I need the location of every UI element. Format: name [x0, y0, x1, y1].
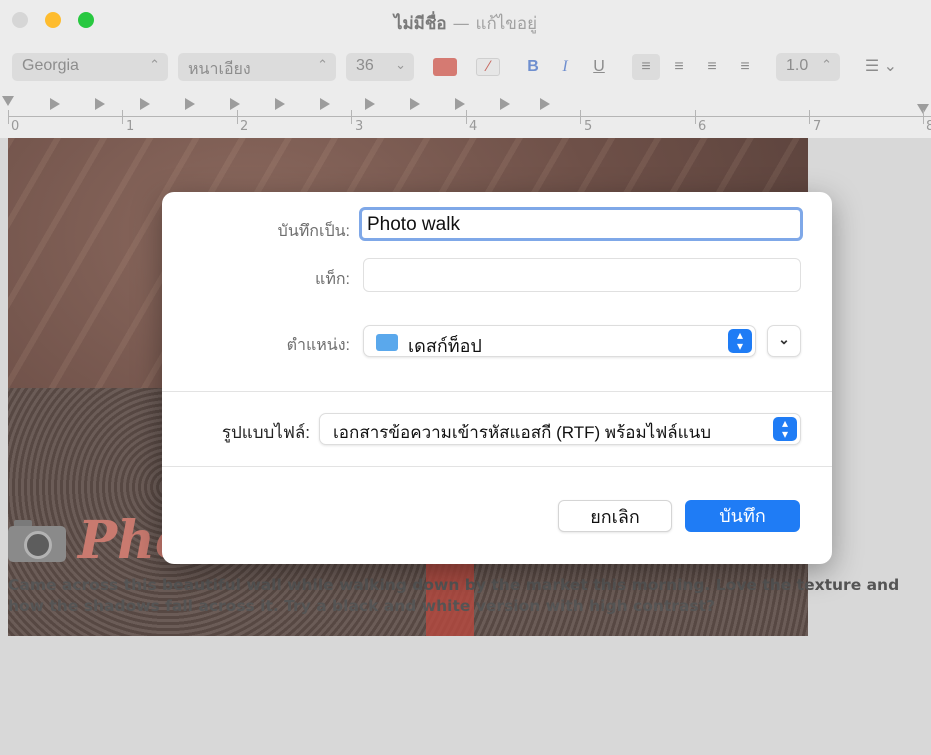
line-spacing-select[interactable]: 1.0 ⌃: [776, 53, 840, 81]
align-right-icon[interactable]: ≡: [698, 54, 726, 80]
tab-stop-marker[interactable]: [230, 98, 240, 110]
list-icon[interactable]: ☰ ⌄: [856, 54, 906, 80]
text-color-swatch[interactable]: [433, 58, 457, 76]
tab-stop-marker[interactable]: [50, 98, 60, 110]
save-dialog: บันทึกเป็น: Photo walk แท็ก: ตำแหน่ง: เด…: [162, 192, 832, 564]
justify-icon[interactable]: ≡: [731, 54, 759, 80]
left-margin-marker[interactable]: [2, 96, 14, 106]
chevron-updown-icon: ⌃: [149, 57, 160, 72]
format-toolbar: Georgia ⌃ หนาเอียง ⌃ 36 ⌄ ⁄ B I U ≡ ≡ ≡ …: [0, 44, 931, 90]
font-size-value: 36: [356, 57, 374, 74]
ruler-tick: [8, 110, 9, 124]
file-format-popup[interactable]: เอกสารข้อความเข้ารหัสแอสกี (RTF) พร้อมไฟ…: [319, 413, 801, 445]
expand-dialog-button[interactable]: ⌄: [767, 325, 801, 357]
ruler-number: 3: [355, 119, 364, 134]
font-style-select[interactable]: หนาเอียง ⌃: [178, 53, 336, 81]
tab-stop-marker[interactable]: [185, 98, 195, 110]
tags-field[interactable]: [363, 258, 801, 292]
italic-button[interactable]: I: [554, 54, 576, 80]
window-title: ไม่มีชื่อ — แก้ไขอยู่: [0, 10, 931, 37]
bold-button[interactable]: B: [522, 54, 544, 80]
document-status: แก้ไขอยู่: [475, 14, 538, 34]
ruler-tick: [695, 110, 696, 124]
chevron-updown-icon: ⌃: [821, 57, 832, 72]
ruler-number: 5: [584, 119, 593, 134]
ruler-tick: [466, 110, 467, 124]
ruler-tick: [809, 110, 810, 124]
chevron-updown-icon: ▴ ▾: [773, 417, 797, 441]
align-center-icon[interactable]: ≡: [665, 54, 693, 80]
tab-stop-marker[interactable]: [455, 98, 465, 110]
tab-stop-marker[interactable]: [95, 98, 105, 110]
ruler-number: 2: [240, 119, 249, 134]
folder-icon: [376, 334, 398, 351]
tags-label: แท็ก:: [315, 271, 350, 288]
tab-stop-marker[interactable]: [140, 98, 150, 110]
chevron-updown-icon: ⌃: [317, 57, 328, 72]
ruler-tick: [237, 110, 238, 124]
file-format-label: รูปแบบไฟล์:: [221, 423, 310, 442]
tab-stop-marker[interactable]: [365, 98, 375, 110]
align-left-icon[interactable]: ≡: [632, 54, 660, 80]
ruler-number: 8: [926, 119, 931, 134]
location-label: ตำแหน่ง:: [286, 337, 350, 354]
ruler-number: 6: [698, 119, 707, 134]
ruler-number: 4: [469, 119, 478, 134]
save-button[interactable]: บันทึก: [685, 500, 800, 532]
font-family-select[interactable]: Georgia ⌃: [12, 53, 168, 81]
tab-stop-marker[interactable]: [275, 98, 285, 110]
camera-icon: [8, 518, 66, 562]
title-separator: —: [452, 14, 470, 34]
ruler-tick: [923, 110, 924, 124]
save-as-value: Photo walk: [367, 214, 460, 235]
ruler-number: 1: [126, 119, 135, 134]
ruler-tick: [122, 110, 123, 124]
location-popup[interactable]: เดสก์ท็อป ▴ ▾: [363, 325, 756, 357]
cancel-button[interactable]: ยกเลิก: [558, 500, 672, 532]
ruler-baseline: [8, 116, 931, 117]
font-size-select[interactable]: 36 ⌄: [346, 53, 414, 81]
document-name: ไม่มีชื่อ: [393, 14, 447, 34]
highlight-color-icon[interactable]: ⁄: [476, 58, 500, 76]
chevron-down-icon: ⌄: [778, 331, 790, 347]
tab-stop-marker[interactable]: [320, 98, 330, 110]
divider: [162, 391, 832, 392]
title-bar: ไม่มีชื่อ — แก้ไขอยู่: [0, 0, 931, 44]
ruler-tick: [351, 110, 352, 124]
line-spacing-value: 1.0: [786, 57, 809, 74]
ruler-tick: [580, 110, 581, 124]
tab-stop-marker[interactable]: [540, 98, 550, 110]
save-as-label: บันทึกเป็น:: [277, 223, 350, 240]
font-family-value: Georgia: [22, 57, 79, 74]
tab-stop-marker[interactable]: [410, 98, 420, 110]
location-value: เดสก์ท็อป: [408, 336, 482, 356]
divider: [162, 466, 832, 467]
font-style-value: หนาเอียง: [188, 61, 251, 78]
chevron-down-icon: ⌄: [395, 57, 406, 72]
save-as-field[interactable]: Photo walk: [359, 207, 803, 241]
ruler-number: 7: [813, 119, 822, 134]
body-paragraph: Came across this beautiful wall while wa…: [8, 576, 900, 615]
ruler: 0 1 2 3 4 5 6 7 8: [0, 90, 931, 138]
ruler-number: 0: [11, 119, 20, 134]
tab-stop-marker[interactable]: [500, 98, 510, 110]
chevron-updown-icon: ▴ ▾: [728, 329, 752, 353]
file-format-value: เอกสารข้อความเข้ารหัสแอสกี (RTF) พร้อมไฟ…: [333, 423, 712, 442]
underline-button[interactable]: U: [588, 54, 610, 80]
